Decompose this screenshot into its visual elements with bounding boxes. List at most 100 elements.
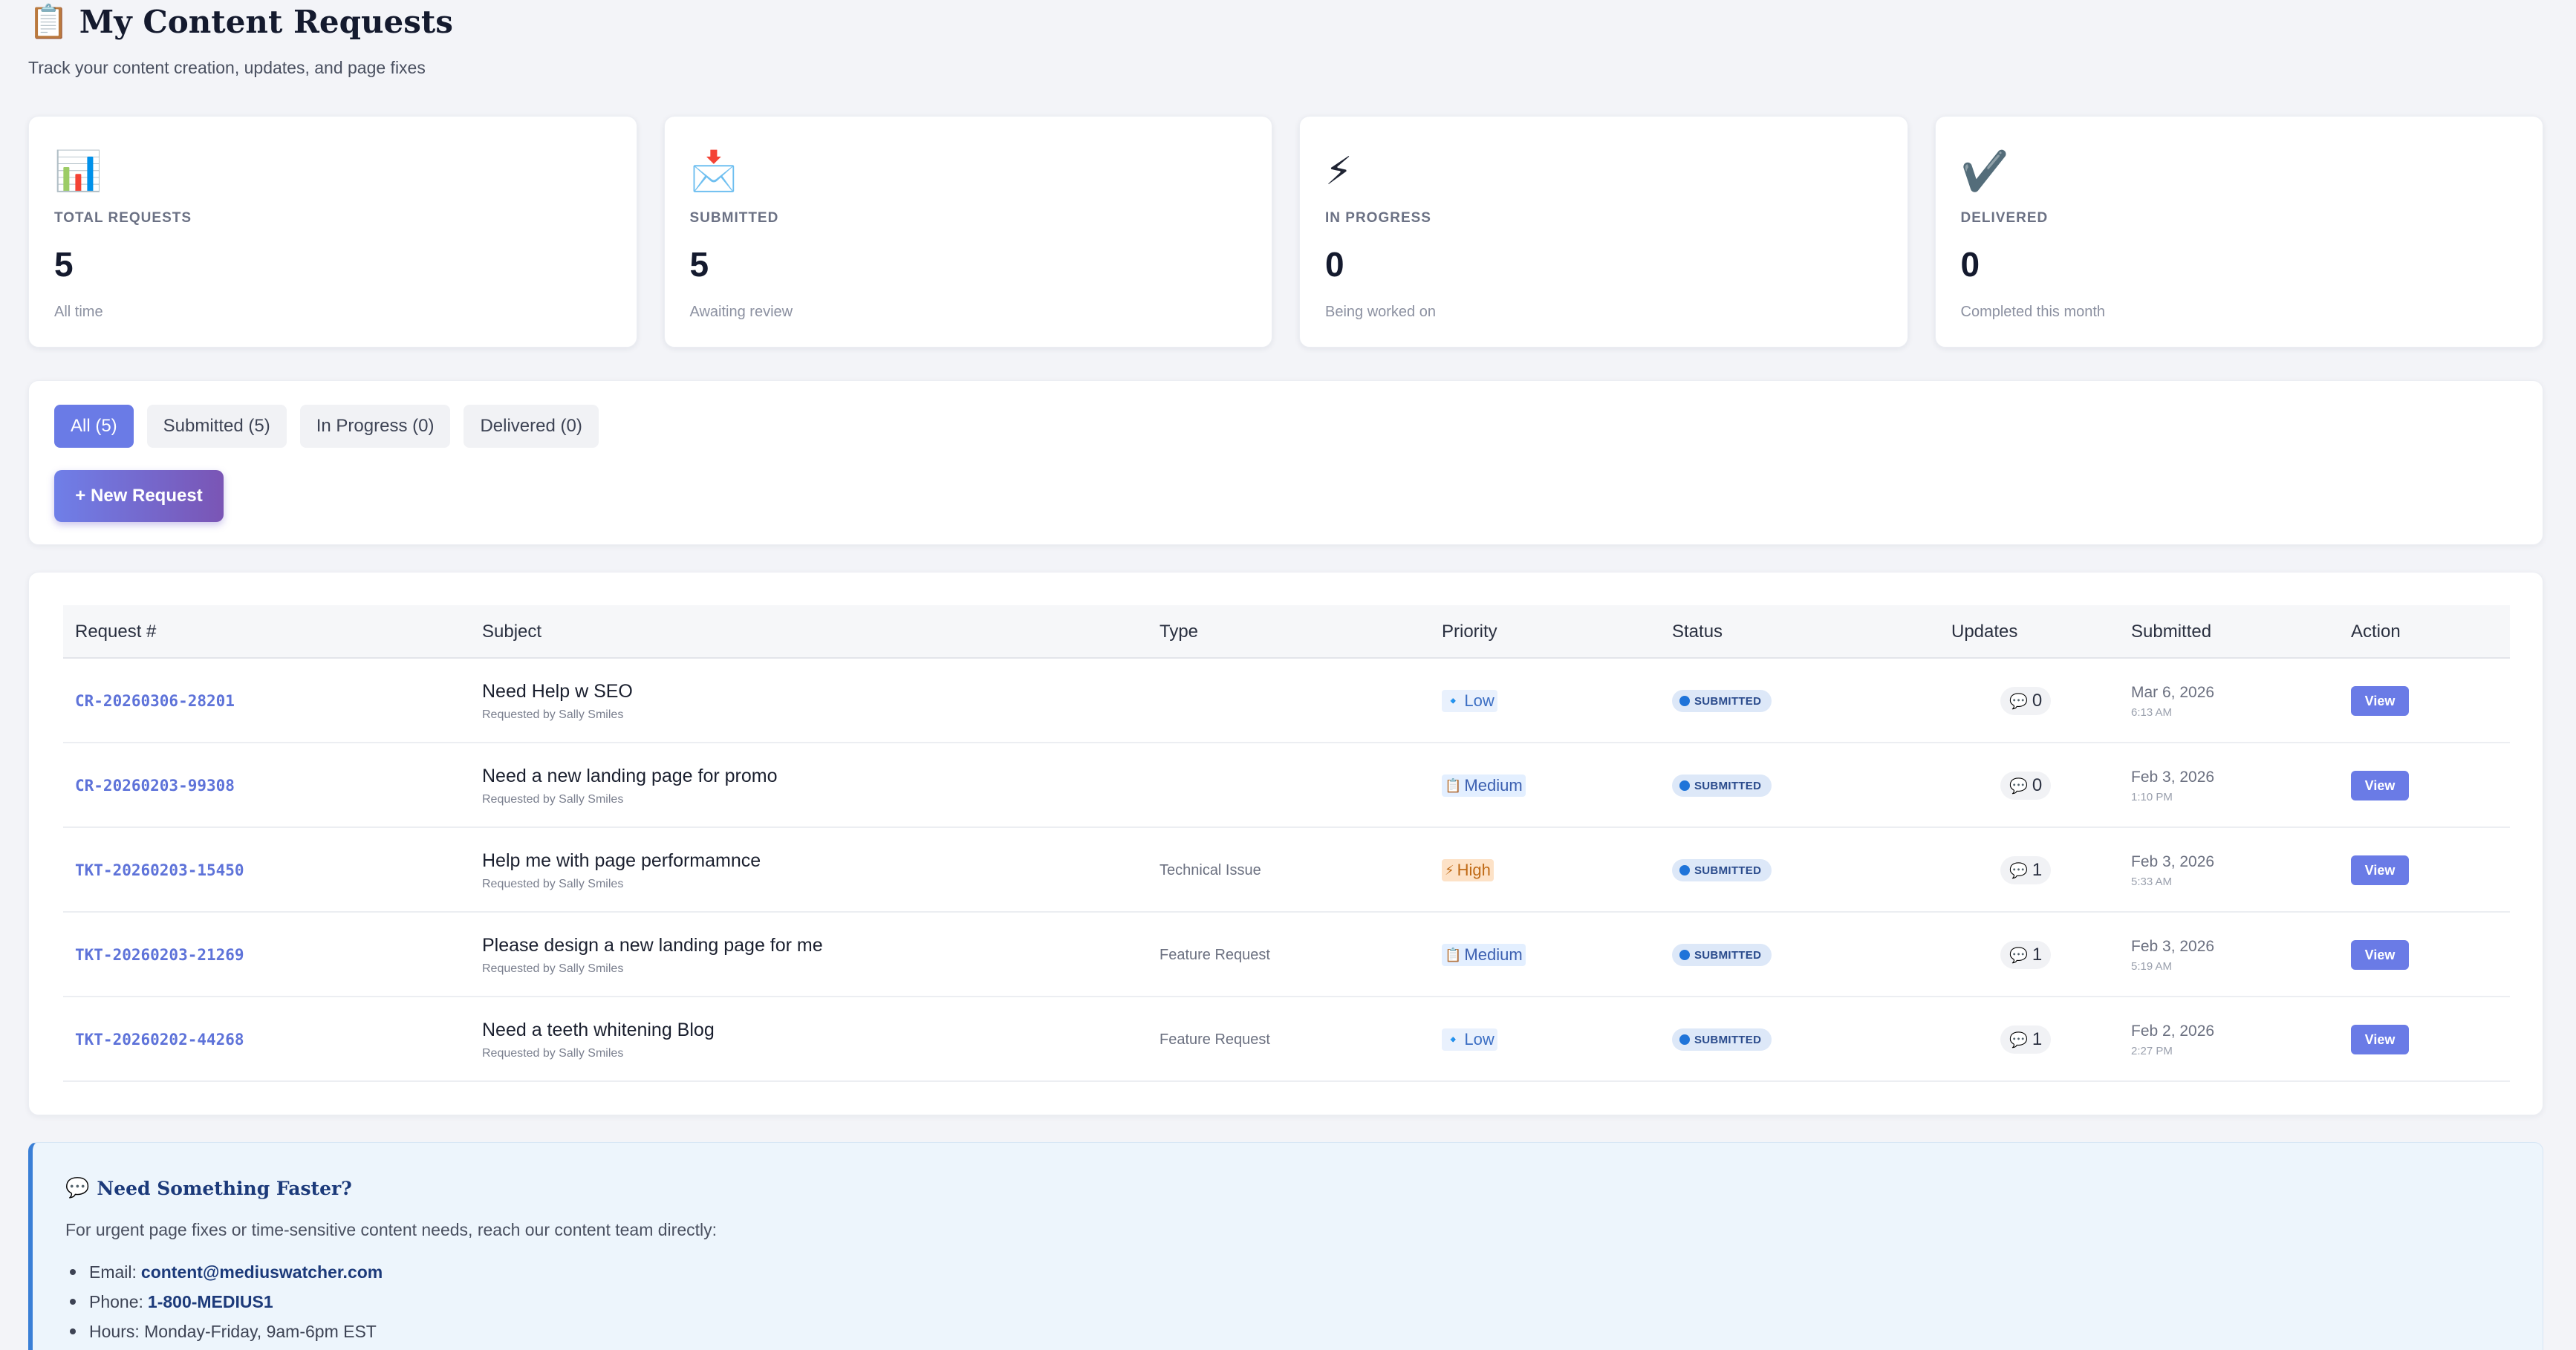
help-hours-item: Hours: Monday-Friday, 9am-6pm EST bbox=[65, 1317, 383, 1346]
help-phone-link[interactable]: 1-800-MEDIUS1 bbox=[148, 1292, 273, 1312]
view-button[interactable]: View bbox=[2351, 771, 2409, 800]
request-id-cell: CR-20260306-28201 bbox=[75, 659, 235, 743]
status-dot-icon bbox=[1679, 950, 1690, 960]
view-button[interactable]: View bbox=[2351, 1025, 2409, 1054]
column-header-priority: Priority bbox=[1442, 622, 1497, 642]
stat-note: Awaiting review bbox=[689, 304, 793, 320]
page-title: 📋 My Content Requests bbox=[28, 0, 453, 43]
submitted-date: Feb 3, 2026 bbox=[2131, 937, 2215, 955]
request-subject: Help me with page performamnce bbox=[482, 850, 761, 871]
column-header-action: Action bbox=[2351, 622, 2401, 642]
stat-value: 5 bbox=[689, 245, 709, 284]
action-cell: View bbox=[2351, 913, 2409, 997]
stat-card-in-progress: ⚡ IN PROGRESS 0 Being worked on bbox=[1299, 116, 1908, 348]
priority-label: High bbox=[1457, 861, 1491, 879]
priority-icon: 🔹 bbox=[1445, 693, 1462, 709]
request-id-cell: TKT-20260203-21269 bbox=[75, 913, 244, 997]
request-id-link[interactable]: TKT-20260203-21269 bbox=[75, 946, 244, 964]
submitted-date: Feb 3, 2026 bbox=[2131, 852, 2215, 870]
request-id-link[interactable]: CR-20260306-28201 bbox=[75, 692, 235, 710]
stat-label: IN PROGRESS bbox=[1325, 210, 1431, 226]
comment-icon: 💬 bbox=[2009, 861, 2028, 879]
updates-badge: 💬 1 bbox=[2000, 1025, 2052, 1054]
status-badge: SUBMITTED bbox=[1672, 1028, 1772, 1051]
column-header-submitted: Submitted bbox=[2131, 622, 2212, 642]
request-id-link[interactable]: TKT-20260202-44268 bbox=[75, 1031, 244, 1049]
submitted-cell: Feb 3, 2026 5:19 AM bbox=[2131, 913, 2214, 997]
status-badge: SUBMITTED bbox=[1672, 944, 1772, 966]
table-row: TKT-20260203-21269 Please design a new l… bbox=[63, 913, 2510, 997]
updates-badge: 💬 0 bbox=[2000, 772, 2052, 800]
request-id-link[interactable]: CR-20260203-99308 bbox=[75, 777, 235, 795]
action-cell: View bbox=[2351, 997, 2409, 1082]
request-id-cell: CR-20260203-99308 bbox=[75, 743, 235, 828]
status-dot-icon bbox=[1679, 865, 1690, 875]
help-contact-list: Email: content@mediuswatcher.com Phone: … bbox=[65, 1257, 383, 1346]
updates-cell: 💬 0 bbox=[2000, 659, 2052, 743]
filter-tab-delivered[interactable]: Delivered (0) bbox=[464, 405, 599, 448]
submitted-time: 1:10 PM bbox=[2131, 790, 2173, 803]
updates-count: 0 bbox=[2032, 775, 2043, 795]
request-id-link[interactable]: TKT-20260203-15450 bbox=[75, 861, 244, 879]
stat-card-total: 📊 TOTAL REQUESTS 5 All time bbox=[28, 116, 637, 348]
view-button[interactable]: View bbox=[2351, 686, 2409, 716]
help-hours-label: Hours: Monday-Friday, 9am-6pm EST bbox=[89, 1321, 377, 1341]
filter-tab-all[interactable]: All (5) bbox=[54, 405, 134, 448]
lightning-icon: ⚡ bbox=[1325, 149, 1353, 194]
submitted-cell: Feb 3, 2026 5:33 AM bbox=[2131, 828, 2214, 913]
column-header-subject: Subject bbox=[482, 622, 542, 642]
help-email-label: Email: bbox=[89, 1262, 137, 1282]
updates-cell: 💬 1 bbox=[2000, 828, 2052, 913]
stat-label: TOTAL REQUESTS bbox=[54, 210, 192, 226]
comment-icon: 💬 bbox=[2009, 946, 2028, 964]
priority-icon: ⚡ bbox=[1445, 862, 1454, 878]
stat-note: All time bbox=[54, 304, 103, 320]
help-email-link[interactable]: content@mediuswatcher.com bbox=[141, 1262, 383, 1282]
priority-cell: 🔹 Low bbox=[1442, 997, 1497, 1082]
stat-card-delivered: ✔️ DELIVERED 0 Completed this month bbox=[1934, 116, 2543, 348]
table-body: CR-20260306-28201 Need Help w SEO Reques… bbox=[63, 659, 2510, 1082]
updates-badge: 💬 0 bbox=[2000, 687, 2052, 715]
filter-tab-in-progress[interactable]: In Progress (0) bbox=[299, 405, 451, 448]
status-label: SUBMITTED bbox=[1694, 864, 1762, 877]
priority-badge: 📋 Medium bbox=[1442, 944, 1526, 966]
column-header-updates: Updates bbox=[1951, 622, 2018, 642]
action-cell: View bbox=[2351, 659, 2409, 743]
stat-note: Being worked on bbox=[1325, 304, 1436, 320]
comment-icon: 💬 bbox=[2009, 1031, 2028, 1049]
column-header-status: Status bbox=[1672, 622, 1723, 642]
request-requester: Requested by Sally Smiles bbox=[482, 962, 624, 975]
submitted-date: Feb 3, 2026 bbox=[2131, 768, 2215, 786]
priority-label: Medium bbox=[1464, 945, 1523, 964]
view-button[interactable]: View bbox=[2351, 940, 2409, 970]
priority-label: Low bbox=[1464, 1030, 1494, 1049]
help-callout: 💬 Need Something Faster? For urgent page… bbox=[28, 1142, 2543, 1350]
priority-icon: 🔹 bbox=[1445, 1031, 1462, 1048]
table-row: CR-20260306-28201 Need Help w SEO Reques… bbox=[63, 659, 2510, 743]
status-cell: SUBMITTED bbox=[1672, 913, 1772, 997]
inbox-envelope-icon: 📩 bbox=[689, 149, 738, 194]
priority-cell: ⚡ High bbox=[1442, 828, 1494, 913]
submitted-time: 2:27 PM bbox=[2131, 1044, 2173, 1057]
filter-tab-submitted[interactable]: Submitted (5) bbox=[146, 405, 287, 448]
checkmark-icon: ✔️ bbox=[1960, 149, 2009, 194]
subject-cell: Help me with page performamnce Requested… bbox=[482, 828, 761, 913]
status-label: SUBMITTED bbox=[1694, 694, 1762, 708]
request-id-cell: TKT-20260202-44268 bbox=[75, 997, 244, 1082]
new-request-button[interactable]: + New Request bbox=[54, 470, 224, 522]
speech-bubble-icon: 💬 bbox=[65, 1177, 90, 1199]
status-cell: SUBMITTED bbox=[1672, 997, 1772, 1082]
bar-chart-icon: 📊 bbox=[54, 149, 103, 194]
status-cell: SUBMITTED bbox=[1672, 659, 1772, 743]
priority-badge: 🔹 Low bbox=[1442, 690, 1497, 712]
column-header-request: Request # bbox=[75, 622, 157, 642]
priority-cell: 📋 Medium bbox=[1442, 743, 1526, 828]
view-button[interactable]: View bbox=[2351, 855, 2409, 885]
updates-cell: 💬 1 bbox=[2000, 913, 2052, 997]
stat-card-submitted: 📩 SUBMITTED 5 Awaiting review bbox=[663, 116, 1272, 348]
page-title-text: My Content Requests bbox=[79, 3, 453, 40]
submitted-date: Mar 6, 2026 bbox=[2131, 683, 2215, 701]
requests-table: Request # Subject Type Priority Status U… bbox=[63, 605, 2510, 1082]
stat-value: 0 bbox=[1325, 245, 1344, 284]
page-subtitle: Track your content creation, updates, an… bbox=[28, 58, 426, 77]
